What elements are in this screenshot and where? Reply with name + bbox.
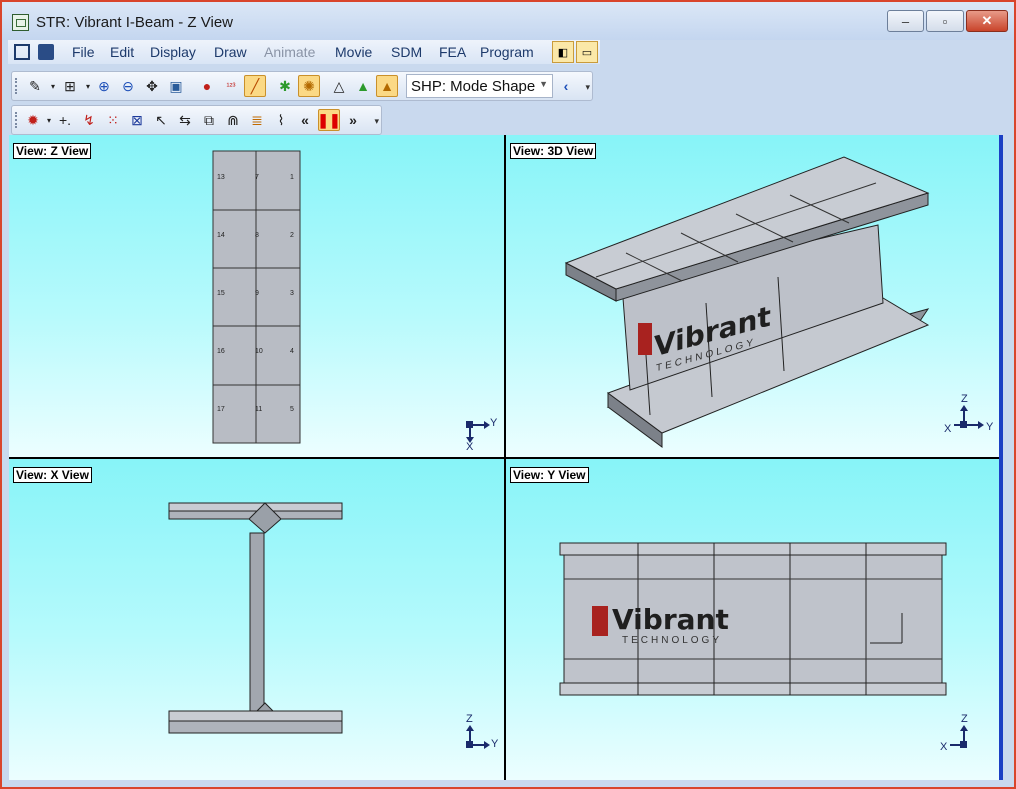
- axis-label-x: X: [944, 423, 952, 435]
- triangle-filled-icon[interactable]: ▲: [352, 75, 374, 97]
- menu-program[interactable]: Program: [480, 44, 534, 60]
- monitor-icon[interactable]: ▣: [165, 75, 187, 97]
- surface-icon[interactable]: ✱: [274, 75, 296, 97]
- shape-select-value: SHP: Mode Shape: [411, 78, 536, 95]
- zoom-out-icon[interactable]: ⊖: [117, 75, 139, 97]
- viewport-grid: View: Z View 131415161718 789101112 1234…: [9, 135, 1001, 780]
- menu-movie[interactable]: Movie: [335, 44, 372, 60]
- y-view-drawing: [559, 542, 968, 748]
- toolbar-grip[interactable]: [15, 112, 20, 128]
- 3d-view-viewport[interactable]: View: 3D View Vibrant TECHNOLOGY Z X Y: [506, 135, 1000, 457]
- y-view-viewport[interactable]: View: Y View Vibrant TECHNOLOGY Z X: [506, 459, 1000, 780]
- fast-forward-icon[interactable]: »: [342, 109, 364, 131]
- app-icon[interactable]: [12, 14, 29, 31]
- axis-label-x: X: [940, 741, 948, 753]
- axis-label-z: Z: [961, 713, 968, 725]
- window-title: STR: Vibrant I-Beam - Z View: [36, 14, 234, 31]
- axis-label-z: Z: [961, 393, 968, 405]
- 3d-axis-triad: [954, 405, 984, 429]
- vibrant-logo-text: Vibrant: [612, 603, 729, 636]
- view-label: View: X View: [13, 467, 92, 483]
- line-icon[interactable]: ╱: [244, 75, 266, 97]
- window-restore-icon[interactable]: [14, 44, 30, 60]
- minimize-button[interactable]: –: [887, 10, 924, 32]
- 3d-view-drawing: [564, 156, 984, 448]
- maximize-button[interactable]: ▫: [926, 10, 964, 32]
- z-view-viewport[interactable]: View: Z View 131415161718 789101112 1234…: [9, 135, 504, 457]
- save-icon[interactable]: [38, 44, 54, 60]
- menu-fea[interactable]: FEA: [439, 44, 466, 60]
- graph-icon[interactable]: ⌇: [270, 109, 292, 131]
- viewport-scroll-edge: [999, 135, 1003, 780]
- y-axis-triad: [950, 725, 968, 748]
- numbered-point-icon[interactable]: ¹²³: [220, 75, 242, 97]
- toolbar-overflow-icon[interactable]: ▾: [585, 82, 590, 93]
- menu-sdm[interactable]: SDM: [391, 44, 422, 60]
- menu-animate[interactable]: Animate: [264, 44, 315, 60]
- pause-icon[interactable]: ❚❚: [317, 109, 341, 131]
- explode-icon[interactable]: ✺: [298, 75, 320, 97]
- vibrant-logo-subtext: TECHNOLOGY: [622, 635, 723, 646]
- connect-icon[interactable]: ⋒: [222, 109, 244, 131]
- menu-bar: File Edit Display Draw Animate Movie SDM…: [8, 40, 600, 64]
- x-axis-triad: [466, 725, 490, 749]
- move-icon[interactable]: ⇆: [174, 109, 196, 131]
- toolbar-grip[interactable]: [15, 78, 20, 94]
- node-labels-left: 131415161718: [217, 174, 225, 413]
- draw-toolbar: ✎ ▾ ⊞ ▾ ⊕ ⊖ ✥ ▣ ● ¹²³ ╱ ✱ ✺ △ ▲ ▲ SHP: M…: [11, 71, 593, 101]
- chevron-down-icon: ▼: [539, 79, 548, 89]
- animation-toolbar: ✹ ▾ +. ↯ ⁙ ⊠ ↖ ⇆ ⧉ ⋒ ≣ ⌇ « ❚❚ » ▾: [11, 105, 382, 135]
- node-labels-mid: 789101112: [255, 174, 263, 413]
- axis-label-y: Y: [491, 738, 499, 750]
- single-window-icon[interactable]: ▭: [576, 41, 598, 63]
- triangle-outline-icon[interactable]: △: [328, 75, 350, 97]
- axis-label-z: Z: [466, 713, 473, 725]
- axis-label-y: Y: [986, 421, 994, 433]
- close-button[interactable]: ✕: [966, 10, 1008, 32]
- stack-icon[interactable]: ≣: [246, 109, 268, 131]
- curve-icon[interactable]: ↯: [78, 109, 100, 131]
- view-label: View: Y View: [510, 467, 589, 483]
- title-bar: STR: Vibrant I-Beam - Z View – ▫ ✕: [2, 2, 1014, 40]
- menu-file[interactable]: File: [72, 44, 95, 60]
- view-label: View: Z View: [13, 143, 92, 159]
- add-points-icon[interactable]: +.: [54, 109, 76, 131]
- axis-label-x: X: [466, 441, 474, 453]
- triangle-shaded-icon[interactable]: ▲: [376, 75, 398, 97]
- z-axis-triad: [466, 421, 490, 443]
- shape-select[interactable]: SHP: Mode Shape ▼: [406, 74, 553, 98]
- view-label: View: 3D View: [510, 143, 597, 159]
- chevron-left-icon[interactable]: ‹: [555, 75, 577, 97]
- node-labels-right: 123456: [290, 174, 294, 413]
- x-view-viewport[interactable]: View: X View Z Y: [9, 459, 504, 780]
- select-points-icon[interactable]: ⁙: [102, 109, 124, 131]
- point-icon[interactable]: ●: [196, 75, 218, 97]
- menu-edit[interactable]: Edit: [110, 44, 134, 60]
- toolbar-overflow-icon[interactable]: ▾: [374, 116, 379, 127]
- pan-icon[interactable]: ✥: [141, 75, 163, 97]
- delete-icon[interactable]: ⊠: [126, 109, 148, 131]
- x-view-drawing: [168, 502, 490, 749]
- tile-windows-icon[interactable]: ◧: [552, 41, 574, 63]
- rewind-icon[interactable]: «: [294, 109, 316, 131]
- menu-display[interactable]: Display: [150, 44, 196, 60]
- pointer-icon[interactable]: ↖: [150, 109, 172, 131]
- menu-draw[interactable]: Draw: [214, 44, 247, 60]
- zoom-in-icon[interactable]: ⊕: [93, 75, 115, 97]
- copy-icon[interactable]: ⧉: [198, 109, 220, 131]
- axis-label-y: Y: [490, 417, 498, 429]
